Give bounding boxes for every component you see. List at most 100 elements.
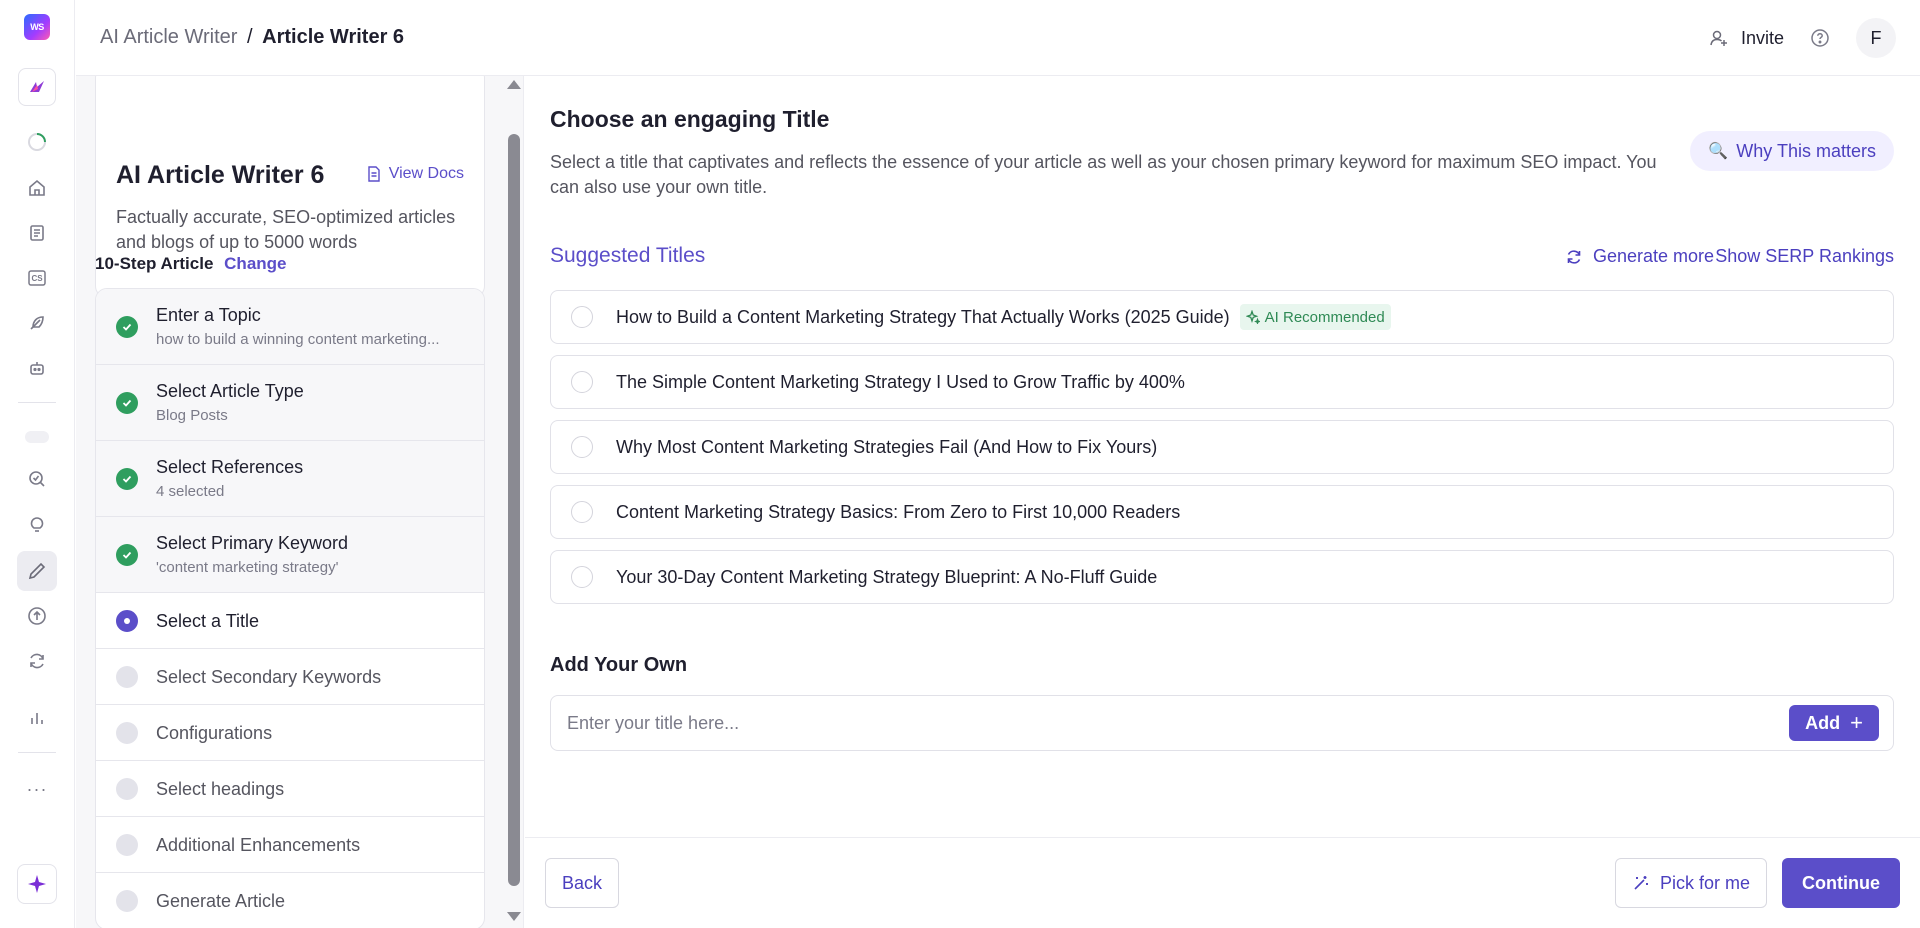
step-label: Select headings <box>156 779 285 799</box>
radio-button[interactable] <box>571 436 593 458</box>
pencil-icon[interactable] <box>17 551 57 591</box>
step-references[interactable]: Select References 4 selected <box>96 441 484 517</box>
continue-button[interactable]: Continue <box>1782 858 1900 908</box>
title-text: Content Marketing Strategy Basics: From … <box>616 501 1181 522</box>
check-circle-icon <box>116 543 138 566</box>
document-icon <box>368 166 380 182</box>
ai-recommended-label: AI Recommended <box>1264 308 1385 326</box>
title-option[interactable]: Why Most Content Marketing Strategies Fa… <box>550 420 1894 474</box>
steps-count-label: 10-Step Article <box>95 254 214 273</box>
pending-step-icon <box>116 721 138 744</box>
magnifier-icon: 🔍 <box>1708 143 1729 160</box>
cs-icon[interactable]: CS <box>23 264 51 292</box>
step-label: Configurations <box>156 723 273 743</box>
invite-button[interactable]: Invite <box>1709 28 1784 49</box>
robot-icon[interactable] <box>23 354 51 382</box>
document-list-icon[interactable] <box>23 219 51 247</box>
avatar[interactable]: F <box>1856 18 1896 58</box>
suggested-titles-list: How to Build a Content Marketing Strateg… <box>550 290 1894 615</box>
radio-button[interactable] <box>571 371 593 393</box>
add-label: Add <box>1805 712 1841 733</box>
back-button[interactable]: Back <box>545 858 620 908</box>
steps-panel: AI Article Writer 6 View Docs Factually … <box>76 76 524 928</box>
title-text: The Simple Content Marketing Strategy I … <box>616 371 1185 392</box>
step-label: Additional Enhancements <box>156 835 361 855</box>
step-summary: 4 selected <box>156 483 225 500</box>
feather-icon[interactable] <box>23 309 51 337</box>
title-text: How to Build a Content Marketing Strateg… <box>616 306 1230 327</box>
step-headings[interactable]: Select headings <box>96 761 484 817</box>
wizard-footer: Back Pick for me Continue <box>525 837 1920 928</box>
steps-header: 10-Step Article Change <box>95 254 287 274</box>
check-circle-icon <box>116 391 138 414</box>
why-label: Why This matters <box>1736 140 1876 161</box>
step-enhancements[interactable]: Additional Enhancements <box>96 817 484 873</box>
upload-circle-icon[interactable] <box>23 602 51 630</box>
radio-button[interactable] <box>571 501 593 523</box>
custom-title-input[interactable] <box>567 696 1667 750</box>
check-circle-icon <box>116 467 138 490</box>
ws-logo[interactable]: WS <box>24 14 50 40</box>
title-option[interactable]: The Simple Content Marketing Strategy I … <box>550 355 1894 409</box>
add-title-button[interactable]: Add + <box>1789 705 1879 741</box>
step-article-type[interactable]: Select Article Type Blog Posts <box>96 365 484 441</box>
title-text: Why Most Content Marketing Strategies Fa… <box>616 436 1158 457</box>
scroll-up-arrow-icon[interactable] <box>507 80 521 89</box>
pick-for-me-label: Pick for me <box>1659 872 1750 893</box>
show-serp-rankings-link[interactable]: Show SERP Rankings <box>1715 246 1894 267</box>
step-generate-article[interactable]: Generate Article <box>96 873 484 928</box>
step-primary-keyword[interactable]: Select Primary Keyword 'content marketin… <box>96 517 484 593</box>
scroll-down-arrow-icon[interactable] <box>507 912 521 921</box>
rail-divider <box>18 402 56 403</box>
writer-title: AI Article Writer 6 <box>116 161 325 189</box>
step-summary: 'content marketing strategy' <box>156 559 339 576</box>
view-docs-link[interactable]: View Docs <box>367 165 464 183</box>
refresh-icon[interactable] <box>23 647 51 675</box>
pending-step-icon <box>116 890 138 912</box>
invite-label: Invite <box>1740 27 1784 48</box>
radio-button[interactable] <box>571 566 593 588</box>
step-label: Select Primary Keyword <box>156 533 349 553</box>
help-icon[interactable] <box>1810 28 1830 48</box>
generate-more-button[interactable]: Generate more <box>1565 246 1714 267</box>
pending-step-icon <box>116 833 138 856</box>
refresh-icon <box>1567 249 1581 264</box>
rail-placeholder <box>25 431 49 443</box>
more-icon[interactable]: ··· <box>23 775 51 803</box>
step-configurations[interactable]: Configurations <box>96 705 484 761</box>
writer-description: Factually accurate, SEO-optimized articl… <box>116 207 456 252</box>
suggested-titles-heading: Suggested Titles <box>550 244 706 267</box>
why-this-matters-button[interactable]: 🔍 Why This matters <box>1690 131 1894 171</box>
bar-chart-icon[interactable] <box>23 704 51 732</box>
sparkle-icon <box>1245 310 1260 324</box>
scrollbar-thumb[interactable] <box>508 134 520 886</box>
step-label: Enter a Topic <box>156 305 261 325</box>
step-label: Generate Article <box>156 891 286 911</box>
breadcrumb: AI Article Writer / Article Writer 6 <box>100 26 404 49</box>
radio-button[interactable] <box>571 306 593 328</box>
title-option[interactable]: Content Marketing Strategy Basics: From … <box>550 485 1894 539</box>
main-content: Choose an engaging Title Select a title … <box>525 76 1920 928</box>
change-steps-link[interactable]: Change <box>224 254 286 273</box>
page-title: Choose an engaging Title <box>550 106 830 132</box>
step-enter-topic[interactable]: Enter a Topic how to build a winning con… <box>96 289 484 365</box>
pick-for-me-button[interactable]: Pick for me <box>1614 858 1767 908</box>
title-option[interactable]: How to Build a Content Marketing Strateg… <box>550 290 1894 344</box>
loading-icon <box>23 128 51 156</box>
step-select-title[interactable]: Select a Title <box>96 593 484 649</box>
step-label: Select Article Type <box>156 381 304 401</box>
search-check-icon[interactable] <box>23 465 51 493</box>
custom-title-field: Add + <box>550 695 1894 751</box>
lightbulb-icon[interactable] <box>23 511 51 539</box>
step-summary: how to build a winning content marketing… <box>156 331 440 348</box>
breadcrumb-parent[interactable]: AI Article Writer <box>100 26 237 48</box>
sparkle-icon[interactable] <box>17 864 57 904</box>
step-list: Enter a Topic how to build a winning con… <box>95 288 485 928</box>
plus-icon: + <box>1850 710 1863 735</box>
home-icon[interactable] <box>23 174 51 202</box>
title-option[interactable]: Your 30-Day Content Marketing Strategy B… <box>550 550 1894 604</box>
step-secondary-keywords[interactable]: Select Secondary Keywords <box>96 649 484 705</box>
top-bar: AI Article Writer / Article Writer 6 Inv… <box>76 0 1920 76</box>
app-icon[interactable] <box>18 68 56 106</box>
step-label: Select References <box>156 457 304 477</box>
